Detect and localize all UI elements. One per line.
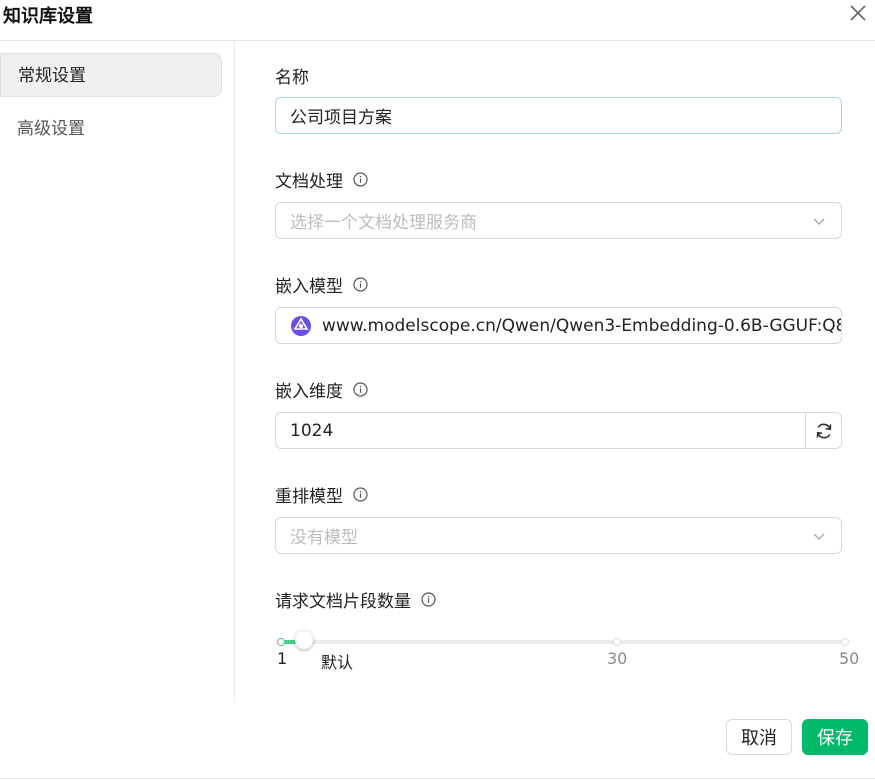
slider-rail: [281, 640, 848, 644]
slider-mark-50: 50: [839, 649, 860, 668]
embedding-model-value: www.modelscope.cn/Qwen/Qwen3-Embedding-0…: [322, 315, 841, 336]
info-icon[interactable]: [353, 172, 368, 187]
settings-sidebar: 常规设置 高级设置: [0, 41, 235, 703]
doc-count-label-text: 请求文档片段数量: [275, 592, 411, 612]
bottom-divider: [0, 778, 875, 779]
cancel-button[interactable]: 取消: [726, 719, 792, 755]
slider-mark-dot-mid: [612, 638, 621, 646]
slider-handle[interactable]: [295, 631, 314, 649]
sidebar-item-general[interactable]: 常规设置: [0, 53, 222, 97]
embedding-model-label-text: 嵌入模型: [275, 277, 343, 297]
embedding-model-label: 嵌入模型: [275, 272, 368, 297]
name-input[interactable]: 公司项目方案: [275, 97, 842, 134]
info-icon[interactable]: [421, 592, 436, 607]
save-button[interactable]: 保存: [802, 719, 868, 755]
dialog-header: 知识库设置: [0, 0, 875, 41]
slider-mark-dot-min: [277, 638, 285, 646]
doc-processing-label: 文档处理: [275, 167, 368, 192]
sidebar-item-advanced[interactable]: 高级设置: [0, 107, 222, 151]
embedding-model-select[interactable]: www.modelscope.cn/Qwen/Qwen3-Embedding-0…: [275, 307, 842, 344]
doc-count-label: 请求文档片段数量: [275, 587, 436, 612]
info-icon[interactable]: [353, 382, 368, 397]
doc-processing-select[interactable]: 选择一个文档处理服务商: [275, 202, 842, 239]
info-icon[interactable]: [353, 277, 368, 292]
dialog-title: 知识库设置: [3, 6, 93, 27]
doc-count-slider[interactable]: [275, 631, 849, 649]
slider-mark-min: 1: [277, 649, 288, 668]
chevron-down-icon: [811, 528, 827, 544]
doc-processing-label-text: 文档处理: [275, 172, 343, 192]
rerank-model-placeholder: 没有模型: [290, 528, 358, 548]
name-label: 名称: [275, 63, 309, 88]
refresh-icon: [816, 423, 831, 438]
close-icon[interactable]: [847, 2, 869, 24]
embedding-dim-group: 1024: [275, 412, 842, 449]
slider-mark-30: 30: [607, 649, 628, 668]
info-icon[interactable]: [353, 487, 368, 502]
refresh-dim-button[interactable]: [805, 412, 842, 449]
embedding-dim-label: 嵌入维度: [275, 377, 368, 402]
chevron-down-icon: [811, 213, 827, 229]
doc-processing-placeholder: 选择一个文档处理服务商: [290, 213, 477, 233]
rerank-model-select[interactable]: 没有模型: [275, 517, 842, 554]
embedding-dim-input[interactable]: 1024: [275, 412, 805, 449]
name-label-text: 名称: [275, 68, 309, 88]
rerank-model-label: 重排模型: [275, 482, 368, 507]
name-input-value: 公司项目方案: [290, 108, 392, 128]
rerank-model-label-text: 重排模型: [275, 487, 343, 507]
embedding-dim-label-text: 嵌入维度: [275, 382, 343, 402]
slider-mark-default: 默认: [321, 653, 354, 672]
embedding-dim-value: 1024: [290, 420, 334, 441]
modelscope-icon: [290, 315, 312, 337]
slider-mark-dot-max: [841, 638, 849, 646]
